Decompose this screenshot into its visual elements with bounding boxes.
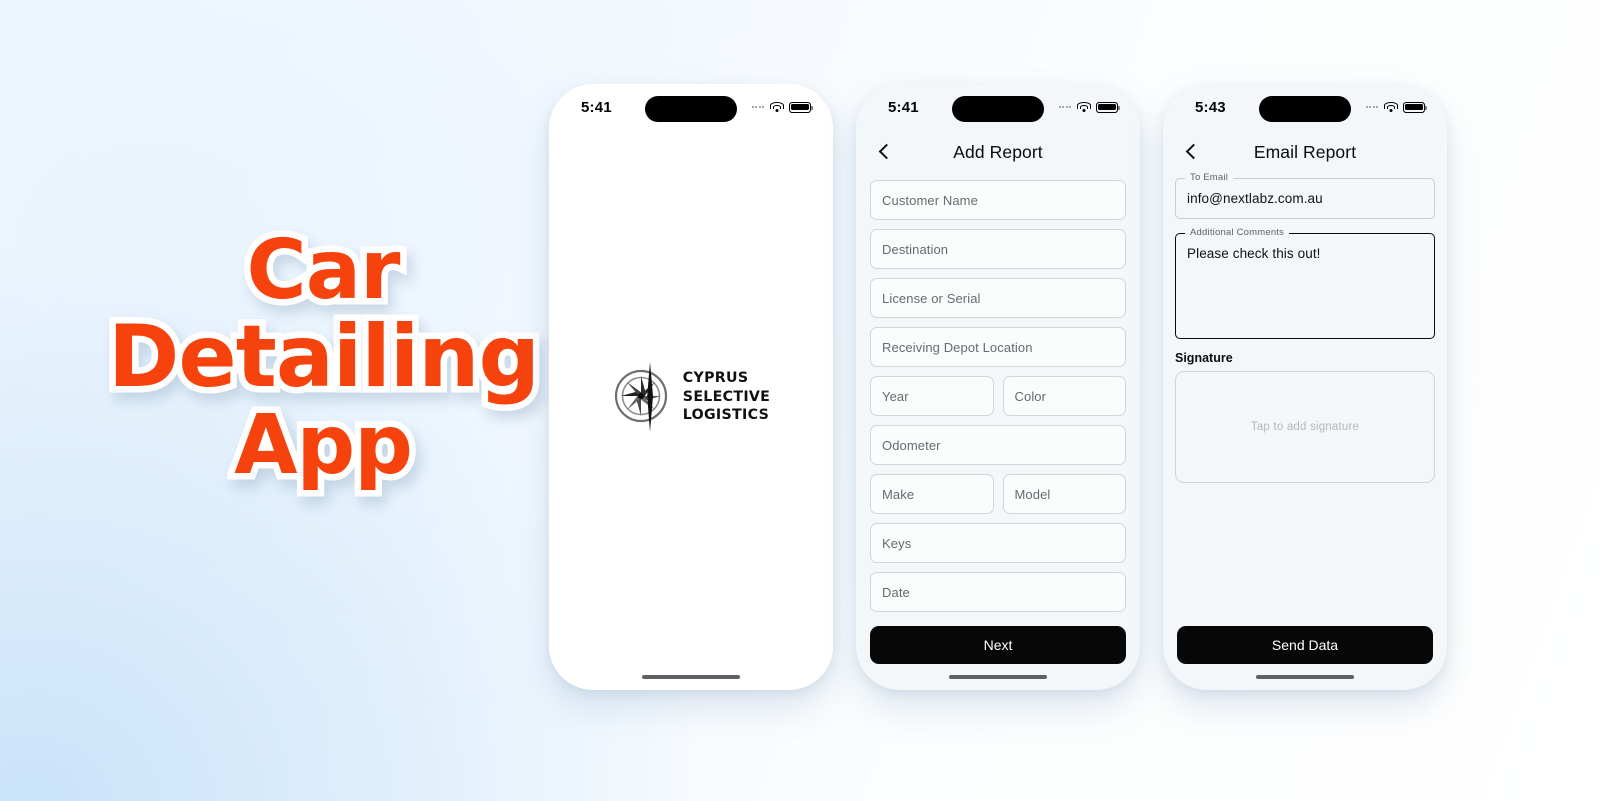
phone-mockup-add-report: 5:41 Add Report Customer Name Destinatio…	[856, 84, 1140, 690]
dynamic-island	[952, 96, 1044, 122]
cellular-dots-icon	[1365, 106, 1378, 108]
cellular-dots-icon	[1058, 106, 1071, 108]
wifi-icon	[1383, 101, 1398, 113]
battery-icon	[1096, 101, 1120, 113]
cellular-dots-icon	[751, 106, 764, 108]
field-placeholder: Receiving Depot Location	[882, 339, 1033, 355]
field-placeholder: Year	[882, 388, 909, 404]
field-destination[interactable]: Destination	[870, 229, 1126, 269]
flex-spacer	[1163, 483, 1447, 618]
report-form: Customer Name Destination License or Ser…	[856, 174, 1140, 618]
next-button[interactable]: Next	[870, 626, 1126, 664]
email-report-screen: 5:43 Email Report To Email info@nextlabz…	[1163, 84, 1447, 690]
nav-bar: Add Report	[856, 130, 1140, 174]
page-title: Email Report	[1253, 141, 1357, 162]
hero-title-line-1: Car	[240, 221, 407, 320]
to-email-label: To Email	[1185, 172, 1234, 183]
additional-comments-value: Please check this out!	[1187, 246, 1321, 261]
field-placeholder: License or Serial	[882, 290, 981, 306]
status-bar-indicators	[1058, 101, 1120, 113]
field-placeholder: Color	[1014, 388, 1047, 404]
status-bar-time: 5:43	[1195, 98, 1226, 116]
field-year[interactable]: Year	[870, 376, 994, 416]
additional-comments-field[interactable]: Additional Comments Please check this ou…	[1175, 227, 1435, 339]
signature-hint: Tap to add signature	[1250, 421, 1360, 433]
field-placeholder: Odometer	[882, 437, 941, 453]
phone-mockup-splash: 5:41 CYPRUS SELECTIVE LOGISTICS	[549, 84, 833, 690]
status-bar: 5:41	[549, 84, 833, 130]
field-row-make-model: Make Model	[870, 474, 1126, 523]
poster-canvas: Car Detailing App 5:41 CYPRUS SELECTIVE …	[0, 0, 1600, 801]
wifi-icon	[1076, 101, 1091, 113]
home-indicator-area	[1163, 664, 1447, 690]
home-indicator[interactable]	[1256, 674, 1354, 680]
field-placeholder: Make	[882, 486, 915, 502]
to-email-value: info@nextlabz.com.au	[1187, 191, 1323, 206]
add-report-screen: 5:41 Add Report Customer Name Destinatio…	[856, 84, 1140, 690]
field-odometer[interactable]: Odometer	[870, 425, 1126, 465]
brand-word-2: SELECTIVE	[682, 388, 771, 405]
status-bar: 5:41	[856, 84, 1140, 130]
page-title: Add Report	[953, 141, 1043, 162]
home-indicator[interactable]	[642, 674, 740, 680]
nav-bar: Email Report	[1163, 130, 1447, 174]
brand-wordmark: CYPRUS SELECTIVE LOGISTICS	[683, 369, 770, 426]
signature-label: Signature	[1175, 351, 1233, 365]
status-bar-indicators	[1365, 101, 1427, 113]
field-customer-name[interactable]: Customer Name	[870, 180, 1126, 220]
primary-action-area: Send Data	[1163, 618, 1447, 664]
field-model[interactable]: Model	[1002, 474, 1126, 514]
additional-comments-label: Additional Comments	[1185, 227, 1290, 238]
splash-logo-area: CYPRUS SELECTIVE LOGISTICS	[549, 130, 833, 664]
field-placeholder: Date	[882, 584, 910, 600]
battery-icon	[1403, 101, 1427, 113]
signature-pad[interactable]: Tap to add signature	[1175, 371, 1435, 483]
brand-lockup: CYPRUS SELECTIVE LOGISTICS	[612, 360, 770, 434]
battery-icon	[789, 101, 813, 113]
field-receiving-depot-location[interactable]: Receiving Depot Location	[870, 327, 1126, 367]
dynamic-island	[1259, 96, 1351, 122]
home-indicator-area	[549, 664, 833, 690]
field-placeholder: Customer Name	[882, 192, 978, 208]
brand-word-1: CYPRUS	[682, 369, 749, 386]
wifi-icon	[769, 101, 784, 113]
brand-word-3: LOGISTICS	[682, 407, 770, 424]
field-make[interactable]: Make	[870, 474, 994, 514]
status-bar: 5:43	[1163, 84, 1447, 130]
phone-mockup-email-report: 5:43 Email Report To Email info@nextlabz…	[1163, 84, 1447, 690]
primary-action-area: Next	[856, 618, 1140, 664]
status-bar-time: 5:41	[888, 98, 919, 116]
field-keys[interactable]: Keys	[870, 523, 1126, 563]
field-color[interactable]: Color	[1002, 376, 1126, 416]
hero-title-line-2: Detailing	[102, 306, 547, 409]
compass-rose-icon	[614, 362, 667, 432]
field-license-or-serial[interactable]: License or Serial	[870, 278, 1126, 318]
to-email-field[interactable]: To Email info@nextlabz.com.au	[1175, 172, 1435, 219]
home-indicator-area	[856, 664, 1140, 690]
dynamic-island	[645, 96, 737, 122]
splash-screen: 5:41 CYPRUS SELECTIVE LOGISTICS	[549, 84, 833, 690]
field-placeholder: Keys	[882, 535, 912, 551]
status-bar-time: 5:41	[581, 98, 612, 116]
field-placeholder: Model	[1014, 486, 1051, 502]
status-bar-indicators	[751, 101, 813, 113]
field-placeholder: Destination	[882, 241, 949, 257]
hero-title: Car Detailing App	[102, 221, 547, 495]
hero-title-line-3: App	[228, 396, 420, 495]
field-row-year-color: Year Color	[870, 376, 1126, 425]
home-indicator[interactable]	[949, 674, 1047, 680]
field-date[interactable]: Date	[870, 572, 1126, 612]
send-data-button[interactable]: Send Data	[1177, 626, 1433, 664]
